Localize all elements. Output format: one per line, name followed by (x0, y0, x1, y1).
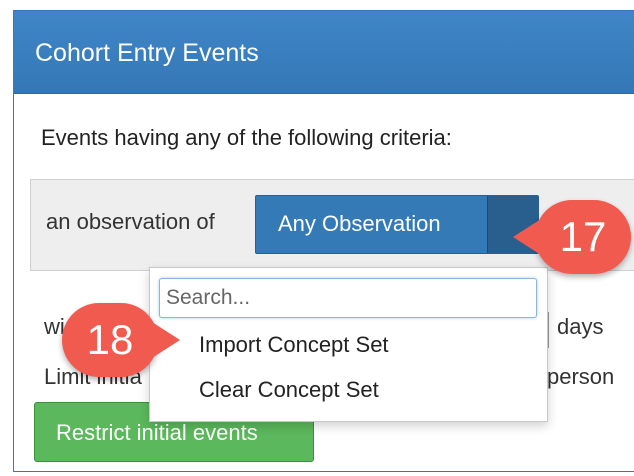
observation-label: an observation of (46, 209, 215, 234)
concept-set-dropdown-menu: Import Concept Set Clear Concept Set (149, 267, 548, 422)
concept-set-button-label: Any Observation (278, 211, 441, 236)
panel-title: Cohort Entry Events (35, 39, 259, 67)
menu-item-clear-concept-set[interactable]: Clear Concept Set (199, 377, 379, 403)
days-label: days (557, 314, 604, 339)
person-text-fragment: person (547, 364, 615, 389)
concept-set-button[interactable]: Any Observation (255, 195, 539, 254)
panel-header: Cohort Entry Events (14, 11, 634, 94)
restrict-button-label: Restrict initial events (56, 420, 258, 445)
criteria-intro-text: Events having any of the following crite… (41, 125, 452, 150)
callout-badge-17: 17 (513, 200, 631, 274)
search-input[interactable] (159, 278, 537, 318)
callout-number-17: 17 (559, 213, 607, 260)
callout-number-18: 18 (86, 316, 134, 363)
callout-badge-18: 18 (62, 303, 180, 377)
menu-item-import-concept-set[interactable]: Import Concept Set (199, 332, 389, 358)
